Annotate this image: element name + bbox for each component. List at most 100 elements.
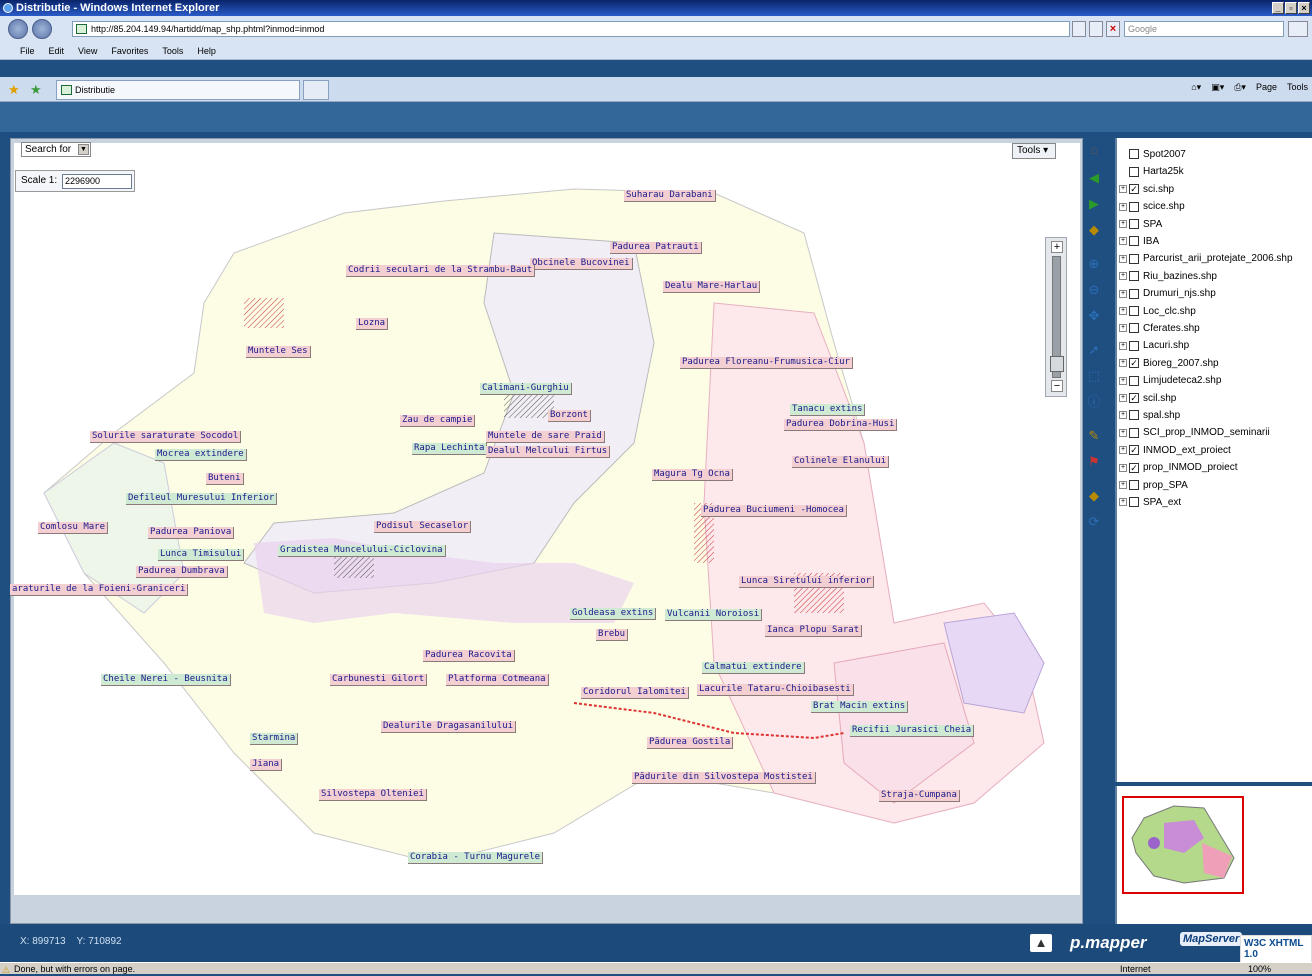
forward-button[interactable] [32,19,52,39]
refresh-layers-icon[interactable]: ◆ [1084,486,1104,506]
map-label[interactable]: Defileul Muresului Inferior [126,493,278,505]
layer-checkbox[interactable] [1129,375,1139,386]
feeds-icon[interactable]: ▣▾ [1211,82,1224,93]
layer-item[interactable]: + SPA_ext [1119,494,1181,511]
map-label[interactable]: Obcinele Bucovinei [530,258,633,270]
map-label[interactable]: Corabia - Turnu Magurele [408,852,544,864]
expand-icon[interactable]: + [1119,446,1127,455]
stop-icon[interactable]: × [1106,21,1120,37]
layer-checkbox[interactable] [1129,497,1139,508]
back-arrow-icon[interactable]: ◀ [1084,168,1104,188]
menu-tools[interactable]: Tools [162,43,183,59]
zoom-handle[interactable] [1050,356,1064,372]
map-label[interactable]: Suharau Darabani [624,190,716,202]
map-label[interactable]: Rapa Lechinta [412,443,488,455]
map-label[interactable]: Buteni [206,473,244,485]
map-label[interactable]: Gradistea Muncelului-Ciclovina [278,545,446,557]
map-label[interactable]: Dealu Mare-Harlau [663,281,761,293]
back-button[interactable] [8,19,28,39]
map-label[interactable]: Jiana [250,759,283,771]
print-icon[interactable]: ⎙▾ [1234,82,1246,93]
add-favorite-icon[interactable]: ★ [30,82,42,98]
identify-icon[interactable]: ➚ [1084,340,1104,360]
dropdown-arrow-icon[interactable] [1072,21,1086,37]
pan-icon[interactable]: ✥ [1084,306,1104,326]
maximize-button[interactable]: ▫ [1285,2,1297,14]
map-label[interactable]: Colinele Elanului [792,456,890,468]
map-label[interactable]: Calmatui extindere [702,662,805,674]
zoom-out-icon[interactable]: − [1051,380,1063,392]
layer-checkbox[interactable]: ✓ [1129,184,1139,195]
map-label[interactable]: Magura Tg Ocna [652,469,733,481]
info-icon[interactable]: ⓘ [1084,392,1104,412]
layer-checkbox[interactable] [1129,479,1139,490]
map-label[interactable]: Platforma Cotmeana [446,674,549,686]
map-canvas[interactable] [14,143,1080,895]
map-label[interactable]: Padurea Dobrina-Husi [784,419,898,431]
expand-icon[interactable]: + [1119,376,1127,385]
menu-help[interactable]: Help [197,43,216,59]
map-label[interactable]: Codrii seculari de la Strambu-Baut [346,265,536,277]
map-label[interactable]: Tanacu extins [790,404,866,416]
map-label[interactable]: Lunca Siretului inferior [739,576,875,588]
layer-checkbox[interactable] [1129,201,1139,212]
map-label[interactable]: Brebu [596,629,629,641]
layer-checkbox[interactable] [1129,218,1139,229]
reload-icon[interactable]: ⟳ [1084,512,1104,532]
minimize-button[interactable]: _ [1272,2,1284,14]
warning-icon[interactable]: ⚠ [2,964,10,976]
map-label[interactable]: Borzont [548,410,591,422]
map-label[interactable]: Starmina [250,733,299,745]
layer-checkbox[interactable] [1129,149,1139,160]
zoom-slider[interactable]: + − [1045,237,1067,397]
expand-icon[interactable]: + [1119,306,1127,315]
map-label[interactable]: Ianca Plopu Sarat [765,625,863,637]
map-label[interactable]: Pădurea Gostila [647,737,734,749]
new-tab-button[interactable] [303,80,329,100]
map-label[interactable]: Podisul Secaselor [374,521,472,533]
map-label[interactable]: Padurea Racovita [423,650,515,662]
layer-item[interactable]: + scice.shp [1119,198,1185,215]
favorites-star-icon[interactable]: ★ [8,82,20,98]
layer-checkbox[interactable] [1129,427,1139,438]
map-label[interactable]: Straja-Cumpana [879,790,960,802]
map-label[interactable]: Lunca Timisului [158,549,245,561]
expand-icon[interactable]: + [1119,254,1127,263]
address-bar[interactable]: http://85.204.149.94/hartidd/map_shp.pht… [72,21,1070,37]
layer-item[interactable]: + ✓ Bioreg_2007.shp [1119,355,1219,372]
map-label[interactable]: Muntele de sare Praid [486,431,605,443]
zoom-in-icon[interactable]: ⊕ [1084,254,1104,274]
layer-checkbox[interactable] [1129,323,1139,334]
expand-icon[interactable]: + [1119,324,1127,333]
map-label[interactable]: Solurile saraturate Socodol [90,431,242,443]
map-label[interactable]: Muntele Ses [246,346,311,358]
close-button[interactable]: × [1298,2,1310,14]
map-label[interactable]: araturile de la Foieni-Graniceri [10,584,189,596]
map-label[interactable]: Zau de campie [400,415,476,427]
layer-checkbox[interactable]: ✓ [1129,392,1139,403]
layer-item[interactable]: + ✓ sci.shp [1119,181,1174,198]
map-label[interactable]: Brat Macin extins [811,701,909,713]
map-label[interactable]: Padurea Dumbrava [136,566,228,578]
zoom-level[interactable]: 100% [1248,963,1271,975]
expand-icon[interactable]: + [1119,428,1127,437]
expand-icon[interactable]: + [1119,202,1127,211]
layer-checkbox[interactable]: ✓ [1129,462,1139,473]
map-label[interactable]: Lozna [356,318,389,330]
layer-item[interactable]: + ✓ INMOD_ext_proiect [1119,442,1231,459]
expand-icon[interactable]: + [1119,289,1127,298]
zoom-out-icon[interactable]: ⊖ [1084,280,1104,300]
expand-icon[interactable]: + [1119,219,1127,228]
expand-icon[interactable]: + [1119,272,1127,281]
map-label[interactable]: Vulcanii Noroiosi [665,609,763,621]
expand-icon[interactable]: + [1119,393,1127,402]
tools-menu[interactable]: Tools [1287,82,1308,93]
layer-item[interactable]: + spal.shp [1119,407,1180,424]
map-label[interactable]: Padurea Buciumeni -Homocea [701,505,847,517]
expand-icon[interactable]: + [1119,411,1127,420]
search-box[interactable]: Google [1124,21,1284,37]
zoom-in-icon[interactable]: + [1051,241,1063,253]
expand-icon[interactable]: + [1119,480,1127,489]
layer-checkbox[interactable] [1129,253,1139,264]
map-label[interactable]: Carbunesti Gilort [330,674,428,686]
